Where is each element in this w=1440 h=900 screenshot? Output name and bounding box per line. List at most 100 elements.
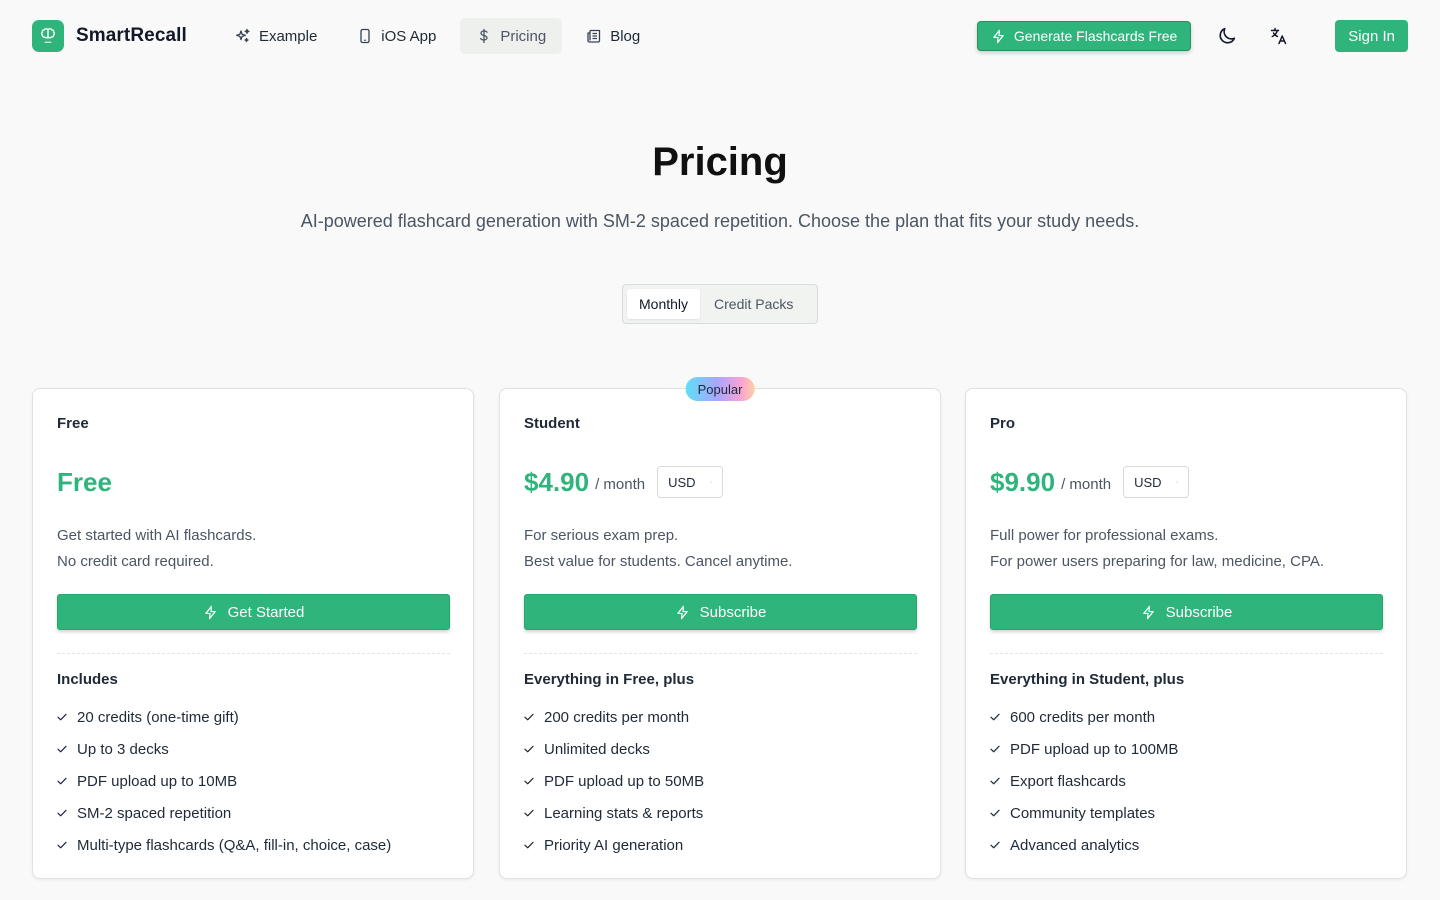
feature-text: 200 credits per month <box>544 708 690 726</box>
plan-description-line: Get started with AI flashcards. <box>57 527 257 544</box>
generate-flashcards-button[interactable]: Generate Flashcards Free <box>976 21 1192 51</box>
billing-option-credit-packs[interactable]: Credit Packs <box>702 289 805 319</box>
language-button[interactable] <box>1263 20 1295 52</box>
check-icon <box>524 713 534 721</box>
feature-item: 200 credits per month <box>524 701 704 733</box>
feature-list: 600 credits per month PDF upload up to 1… <box>990 701 1178 861</box>
feature-text: Community templates <box>1010 804 1156 822</box>
dollar-icon <box>480 28 488 44</box>
plan-description: Full power for professional exams. For p… <box>990 523 1324 575</box>
chevron-down-icon <box>709 481 712 483</box>
feature-item: 20 credits (one-time gift) <box>57 701 391 733</box>
page-subtitle: AI-powered flashcard generation with SM-… <box>300 211 1140 231</box>
plan-name: Pro <box>990 415 1016 432</box>
feature-item: 600 credits per month <box>990 701 1178 733</box>
feature-text: PDF upload up to 50MB <box>544 772 705 790</box>
feature-item: Unlimited decks <box>524 733 704 765</box>
check-icon <box>57 809 67 817</box>
plan-name: Student <box>524 415 580 432</box>
top-navbar: SmartRecall Example iOS App Pricing Blog… <box>0 0 1440 72</box>
sign-in-button[interactable]: Sign In <box>1335 20 1408 52</box>
currency-value: USD <box>1134 474 1162 490</box>
divider <box>524 653 917 654</box>
plan-description-line: For power users preparing for law, medic… <box>990 553 1325 570</box>
nav-link-label: Pricing <box>500 27 547 45</box>
check-icon <box>524 745 534 753</box>
plan-description: For serious exam prep. Best value for st… <box>524 523 792 575</box>
brand[interactable]: SmartRecall <box>32 20 187 52</box>
main-nav: Example iOS App Pricing Blog <box>219 18 656 54</box>
generate-flashcards-label: Generate Flashcards Free <box>1013 28 1178 44</box>
sparkles-icon <box>235 28 250 43</box>
price-row: $4.90 / month USD <box>524 465 724 499</box>
nav-link-blog[interactable]: Blog <box>570 18 656 54</box>
check-icon <box>990 713 1000 721</box>
features-title: Includes <box>57 671 118 688</box>
feature-text: Multi-type flashcards (Q&A, fill-in, cho… <box>77 836 392 854</box>
divider <box>57 653 450 654</box>
feature-item: Up to 3 decks <box>57 733 391 765</box>
check-icon <box>990 809 1000 817</box>
plan-name: Free <box>57 415 89 432</box>
feature-text: 20 credits (one-time gift) <box>77 708 239 726</box>
theme-toggle-button[interactable] <box>1211 20 1243 52</box>
feature-item: Community templates <box>990 797 1178 829</box>
features-title: Everything in Student, plus <box>990 671 1185 688</box>
lightning-icon <box>676 605 688 619</box>
feature-text: PDF upload up to 10MB <box>77 772 238 790</box>
feature-item: Export flashcards <box>990 765 1178 797</box>
brain-logo-icon <box>32 20 64 52</box>
feature-item: Priority AI generation <box>524 829 704 861</box>
lightning-icon <box>1142 605 1154 619</box>
feature-text: Advanced analytics <box>1010 836 1140 854</box>
feature-item: Learning stats & reports <box>524 797 704 829</box>
feature-list: 20 credits (one-time gift) Up to 3 decks… <box>57 701 391 861</box>
check-icon <box>524 841 534 849</box>
nav-link-ios-app[interactable]: iOS App <box>341 18 452 54</box>
newspaper-icon <box>587 29 601 43</box>
check-icon <box>990 777 1000 785</box>
price-row: Free <box>57 465 112 499</box>
plan-description-line: Full power for professional exams. <box>990 527 1219 544</box>
subscribe-button-student[interactable]: Subscribe <box>524 594 917 630</box>
moon-icon <box>1219 27 1236 44</box>
plan-description: Get started with AI flashcards. No credi… <box>57 523 256 575</box>
feature-text: SM-2 spaced repetition <box>77 804 232 822</box>
feature-item: PDF upload up to 10MB <box>57 765 391 797</box>
feature-item: PDF upload up to 50MB <box>524 765 704 797</box>
nav-link-label: Blog <box>610 27 641 45</box>
feature-text: Unlimited decks <box>544 740 650 758</box>
nav-link-example[interactable]: Example <box>219 18 333 54</box>
currency-select[interactable]: USD <box>657 466 724 498</box>
nav-link-pricing[interactable]: Pricing <box>460 18 563 54</box>
currency-select[interactable]: USD <box>1123 466 1190 498</box>
cta-label: Subscribe <box>1165 603 1233 621</box>
subscribe-button-pro[interactable]: Subscribe <box>990 594 1383 630</box>
currency-value: USD <box>668 474 696 490</box>
plan-card-student: Popular Student $4.90 / month USD For se… <box>499 377 941 879</box>
plan-card-pro: Pro $9.90 / month USD Full power for pro… <box>965 388 1407 879</box>
popular-badge: Popular <box>685 377 755 401</box>
get-started-button[interactable]: Get Started <box>57 594 450 630</box>
features-title: Everything in Free, plus <box>524 671 695 688</box>
nav-link-label: Example <box>258 27 318 45</box>
plan-price: $4.90 <box>524 466 590 497</box>
price-period: / month <box>595 475 646 493</box>
plan-price: Free <box>57 466 112 497</box>
chevron-down-icon <box>1175 481 1178 483</box>
price-period: / month <box>1061 475 1112 493</box>
cta-label: Subscribe <box>699 603 767 621</box>
plan-description-line: For serious exam prep. <box>524 527 679 544</box>
feature-item: Multi-type flashcards (Q&A, fill-in, cho… <box>57 829 391 861</box>
feature-text: Export flashcards <box>1010 772 1126 790</box>
feature-item: Advanced analytics <box>990 829 1178 861</box>
page-title: Pricing <box>652 140 788 184</box>
phone-icon <box>360 28 370 44</box>
feature-text: 600 credits per month <box>1010 708 1156 726</box>
brand-name: SmartRecall <box>76 25 187 46</box>
billing-option-monthly[interactable]: Monthly <box>627 289 701 319</box>
check-icon <box>990 841 1000 849</box>
check-icon <box>990 745 1000 753</box>
check-icon <box>57 841 67 849</box>
nav-link-label: iOS App <box>381 27 437 45</box>
